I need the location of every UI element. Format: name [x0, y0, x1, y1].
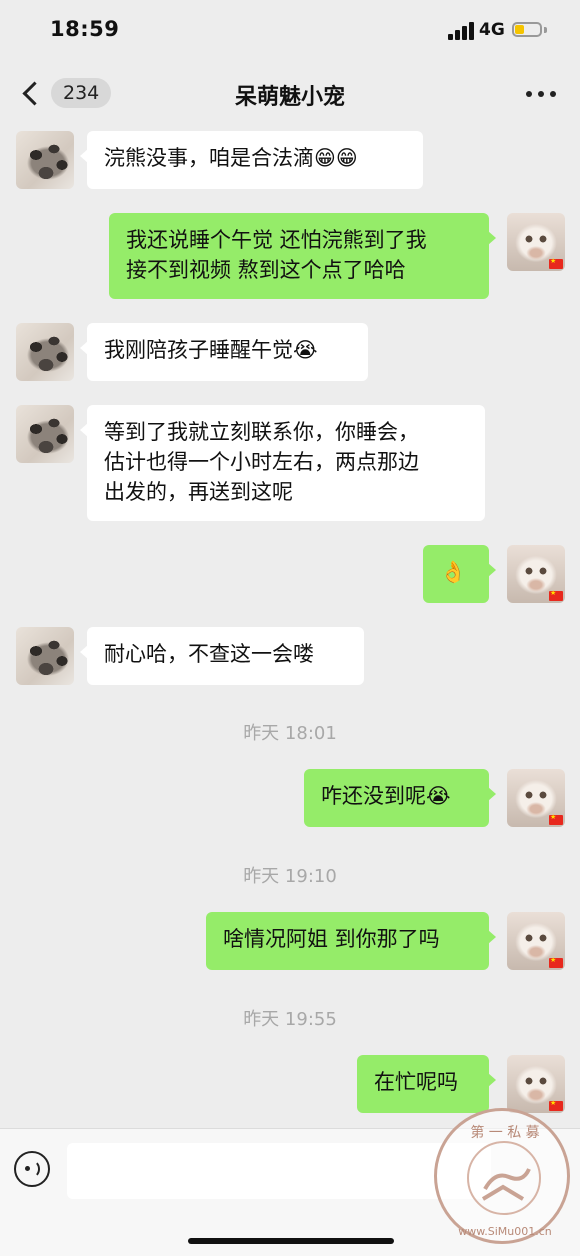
timestamp: 昨天 19:10 — [243, 866, 337, 887]
network-type: 4G — [479, 20, 505, 40]
contact-avatar[interactable] — [16, 405, 74, 463]
message-received[interactable]: 等到了我就立刻联系你，你睡会， 估计也得一个小时左右，两点那边 出发的，再送到这… — [80, 405, 485, 521]
signal-icon — [448, 22, 474, 40]
message-received[interactable]: 浣熊没事，咱是合法滴😁😁 — [80, 131, 423, 189]
my-avatar[interactable] — [507, 912, 565, 970]
my-avatar[interactable] — [507, 769, 565, 827]
svg-text:www.SiMu001.cn: www.SiMu001.cn — [458, 1225, 552, 1238]
status-time: 18:59 — [50, 17, 120, 41]
battery-icon — [512, 22, 542, 37]
status-bar: 18:59 4G — [0, 0, 580, 62]
home-indicator — [188, 1238, 394, 1244]
timestamp: 昨天 19:55 — [243, 1009, 337, 1030]
message-input[interactable] — [67, 1143, 491, 1199]
message-received[interactable]: 耐心哈，不查这一会喽 — [80, 627, 364, 685]
svg-text:第 一 私 募: 第 一 私 募 — [470, 1124, 539, 1141]
voice-icon[interactable] — [14, 1151, 50, 1187]
my-avatar[interactable] — [507, 213, 565, 271]
message-sent[interactable]: 咋还没到呢😭 — [304, 769, 496, 827]
more-dots-icon[interactable] — [526, 91, 556, 97]
my-avatar[interactable] — [507, 545, 565, 603]
message-sent[interactable]: 我还说睡个午觉 还怕浣熊到了我 接不到视频 熬到这个点了哈哈 — [109, 213, 496, 299]
message-sent[interactable]: 👌 — [423, 545, 496, 603]
flag-icon — [549, 956, 563, 968]
chat-header: 234 呆萌魅小宠 — [0, 62, 580, 124]
contact-avatar[interactable] — [16, 323, 74, 381]
message-sent[interactable]: 啥情况阿姐 到你那了吗 — [206, 912, 496, 970]
contact-avatar[interactable] — [16, 627, 74, 685]
message-received[interactable]: 我刚陪孩子睡醒午觉😭 — [80, 323, 368, 381]
my-avatar[interactable] — [507, 1055, 565, 1113]
contact-avatar[interactable] — [16, 131, 74, 189]
flag-icon — [549, 813, 563, 825]
timestamp: 昨天 18:01 — [243, 723, 337, 744]
flag-icon — [549, 257, 563, 269]
message-sent[interactable]: 在忙呢吗 — [357, 1055, 496, 1113]
chat-title: 呆萌魅小宠 — [234, 85, 345, 110]
watermark-logo: 第 一 私 募 www.SiMu001.cn — [434, 1108, 570, 1244]
flag-icon — [549, 1099, 563, 1111]
flag-icon — [549, 589, 563, 601]
